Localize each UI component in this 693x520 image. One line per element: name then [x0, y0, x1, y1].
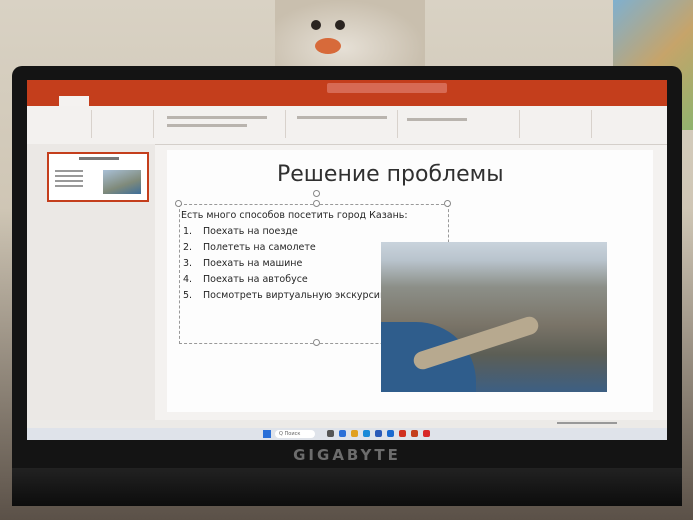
- folder-icon[interactable]: [351, 430, 358, 437]
- tab-transitions[interactable]: [169, 96, 191, 106]
- powerpoint-icon[interactable]: [411, 430, 418, 437]
- windows-icon[interactable]: [263, 430, 271, 438]
- browser-icon[interactable]: [363, 430, 370, 437]
- app-icon[interactable]: [423, 430, 430, 437]
- ribbon-group-clipboard[interactable]: [31, 110, 92, 138]
- rotate-handle[interactable]: [313, 190, 320, 197]
- powerpoint-titlebar: [27, 80, 667, 96]
- slide-thumbnail-pane: [27, 144, 155, 420]
- tab-insert[interactable]: [101, 96, 121, 106]
- ribbon-group-drawing[interactable]: [399, 110, 520, 138]
- resize-handle[interactable]: [313, 200, 320, 207]
- tab-design[interactable]: [133, 96, 157, 106]
- ribbon-group-slides[interactable]: [93, 110, 154, 138]
- laptop-base: [12, 468, 682, 506]
- resize-handle[interactable]: [313, 339, 320, 346]
- slide-thumbnail-1[interactable]: [47, 152, 149, 202]
- poster-eye: [335, 20, 345, 30]
- app-icon[interactable]: [375, 430, 382, 437]
- list-item: 4. Поехать на автобусе: [183, 274, 308, 285]
- intro-text: Есть много способов посетить город Казан…: [181, 210, 408, 221]
- ribbon-group-editing[interactable]: [521, 110, 592, 138]
- tab-home[interactable]: [59, 96, 89, 106]
- poster-beak: [315, 38, 341, 54]
- ribbon-search-box[interactable]: [327, 83, 447, 93]
- kazan-aerial-photo[interactable]: [381, 242, 607, 392]
- app-icon[interactable]: [339, 430, 346, 437]
- ribbon-toolbar: [27, 106, 667, 145]
- zoom-slider[interactable]: [557, 422, 617, 424]
- tab-animations[interactable]: [203, 96, 225, 106]
- ribbon-group-paragraph[interactable]: [287, 110, 398, 138]
- laptop-brand-logo: GIGABYTE: [293, 446, 401, 464]
- poster-eye: [311, 20, 321, 30]
- ribbon-tabs: [27, 96, 667, 106]
- options-list: 1. Поехать на поезде 2. Полететь на самоле…: [183, 226, 388, 306]
- resize-handle[interactable]: [175, 200, 182, 207]
- app-icon[interactable]: [387, 430, 394, 437]
- laptop-screen: Решение проблемы Есть много способов пос…: [27, 80, 667, 440]
- resize-handle[interactable]: [444, 200, 451, 207]
- app-icon[interactable]: [327, 430, 334, 437]
- list-item: 1. Поехать на поезде: [183, 226, 298, 237]
- list-item: 2. Полететь на самолете: [183, 242, 316, 253]
- slide-title[interactable]: Решение проблемы: [277, 162, 504, 187]
- laptop: Решение проблемы Есть много способов пос…: [12, 66, 682, 506]
- tab-slideshow[interactable]: [237, 96, 261, 106]
- list-item: 3. Поехать на машине: [183, 258, 303, 269]
- windows-taskbar: Q Поиск: [27, 428, 667, 440]
- app-icon[interactable]: [399, 430, 406, 437]
- taskbar-search[interactable]: Q Поиск: [275, 430, 315, 438]
- slide-canvas[interactable]: Решение проблемы Есть много способов пос…: [167, 150, 653, 412]
- thumbnail-image: [103, 170, 141, 194]
- list-item: 5. Посмотреть виртуальную экскурсию: [183, 290, 388, 301]
- status-bar: [27, 420, 667, 428]
